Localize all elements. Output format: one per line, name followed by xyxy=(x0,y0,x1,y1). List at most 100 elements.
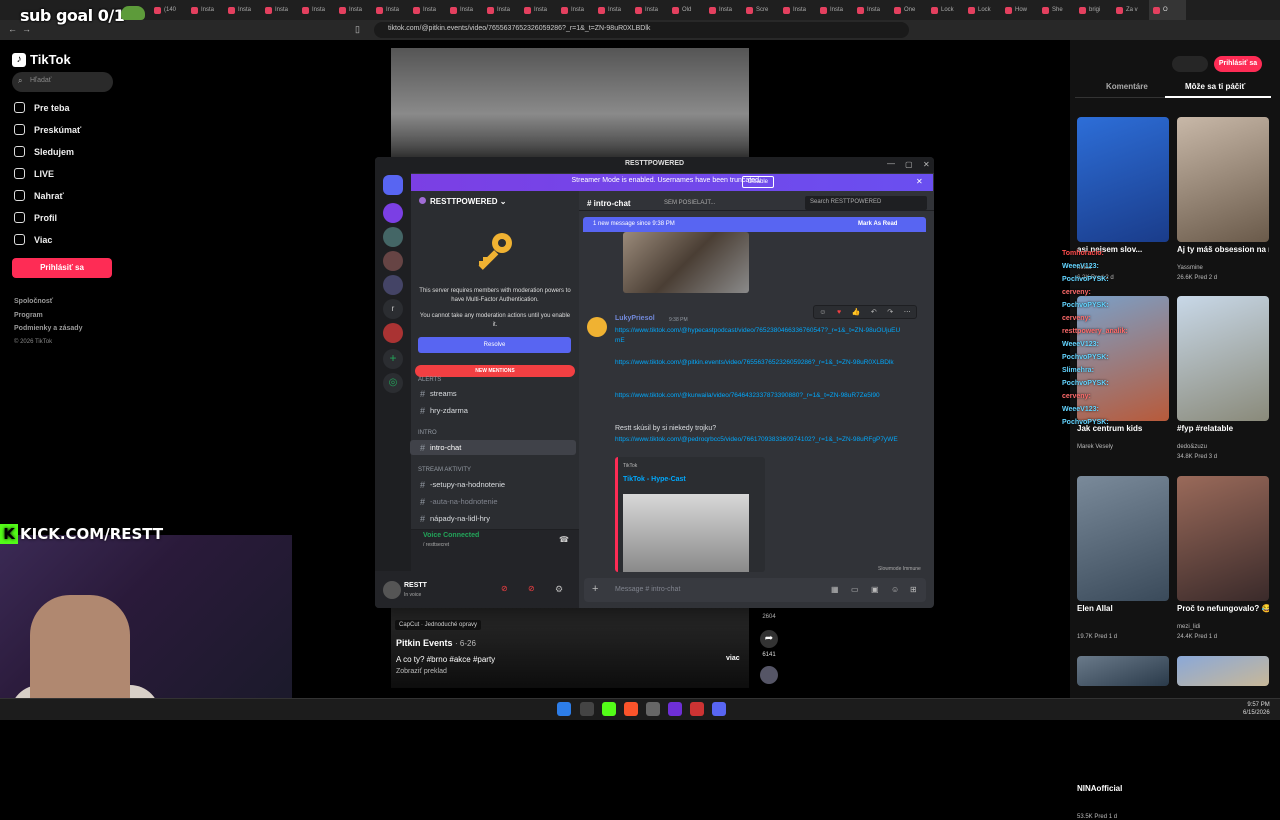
related-video-thumbnail[interactable] xyxy=(1177,656,1269,686)
server-icon[interactable] xyxy=(383,227,403,247)
browser-tab[interactable]: Insta xyxy=(779,0,816,20)
sticker-icon[interactable]: ▣ xyxy=(871,585,879,594)
bookmark-icon[interactable]: ▯ xyxy=(355,24,365,34)
nav-item-5[interactable]: Profil xyxy=(14,212,57,223)
related-video-title[interactable]: NINAofficial xyxy=(1077,784,1169,793)
category-alerts[interactable]: ALERTS xyxy=(418,377,441,383)
category-stream-aktivity[interactable]: STREAM AKTIVITY xyxy=(418,467,471,473)
voice-connected-label[interactable]: Voice Connected xyxy=(423,532,479,539)
settings-gear-icon[interactable]: ⚙ xyxy=(555,584,563,595)
attach-plus-icon[interactable]: + xyxy=(592,583,598,595)
browser-tab[interactable]: Insta xyxy=(483,0,520,20)
video-author-name[interactable]: Pitkin Events xyxy=(396,638,453,648)
resolve-button[interactable]: Resolve xyxy=(418,337,571,353)
discord-home-icon[interactable] xyxy=(383,175,403,195)
nav-item-6[interactable]: Viac xyxy=(14,234,52,245)
taskview-icon[interactable] xyxy=(580,702,594,716)
mark-as-read-button[interactable]: Mark As Read xyxy=(858,221,897,227)
app-icon[interactable] xyxy=(690,702,704,716)
reply-icon[interactable]: ↶ xyxy=(871,308,877,316)
tab-related[interactable]: Môže sa ti páčiť xyxy=(1185,82,1245,91)
server-name[interactable]: RESTTPOWERED ⌄ xyxy=(419,197,507,206)
header-icons[interactable] xyxy=(1172,56,1208,72)
gif-icon[interactable]: ▭ xyxy=(851,585,859,594)
disable-streamer-button[interactable]: Disable xyxy=(742,176,774,188)
message-action-bar[interactable]: ☺ ♥ 👍 ↶ ↷ ⋯ xyxy=(813,305,917,319)
server-icon[interactable]: r xyxy=(383,299,403,319)
url-field[interactable]: tiktok.com/@pitkin.events/video/76556376… xyxy=(374,22,909,38)
message-link[interactable]: https://www.tiktok.com/@pedroqrbcc5/vide… xyxy=(615,435,905,445)
system-clock[interactable]: 9:57 PM 6/15/2026 xyxy=(1243,701,1270,717)
share-button[interactable]: ➦ xyxy=(760,630,778,650)
related-video-thumbnail[interactable] xyxy=(1077,117,1169,242)
browser-tab[interactable]: (140 xyxy=(150,0,187,20)
server-icon[interactable] xyxy=(383,323,403,343)
maximize-icon[interactable]: ▢ xyxy=(905,160,913,169)
close-icon[interactable]: ✕ xyxy=(923,160,930,169)
browser-tab[interactable]: Old xyxy=(668,0,705,20)
browser-tab[interactable]: Insta xyxy=(335,0,372,20)
tab-comments[interactable]: Komentáre xyxy=(1106,82,1148,91)
heart-icon[interactable]: ♥ xyxy=(837,309,841,316)
related-video-title[interactable]: Proč to nefungovalo? 😂 #fyp... xyxy=(1177,604,1269,613)
browser-tab[interactable]: Insta xyxy=(261,0,298,20)
channel-setupy[interactable]: # -setupy-na-hodnotenie xyxy=(410,477,576,492)
video-author[interactable]: Pitkin Events · 6-26 xyxy=(396,638,476,648)
mute-mic-icon[interactable]: ⊘ xyxy=(501,584,508,593)
browser-tab[interactable]: Insta xyxy=(372,0,409,20)
explore-icon[interactable]: ◎ xyxy=(383,373,403,393)
related-video-title[interactable]: Elen Allal xyxy=(1077,604,1169,613)
browser-tab[interactable]: Insta xyxy=(594,0,631,20)
related-video-title[interactable]: Aj ty máš obsession na ružovú? 💖 Tak... xyxy=(1177,245,1269,254)
nav-item-4[interactable]: Nahrať xyxy=(14,190,64,201)
message-link[interactable]: https://www.tiktok.com/@hypecastpodcast/… xyxy=(615,326,905,346)
server-icon[interactable] xyxy=(383,251,403,271)
brave-icon[interactable] xyxy=(624,702,638,716)
disconnect-icon[interactable]: ☎ xyxy=(559,535,569,544)
server-icon[interactable] xyxy=(383,203,403,223)
related-video-author[interactable]: Yassmine xyxy=(1177,265,1203,271)
nav-item-2[interactable]: Sledujem xyxy=(14,146,74,157)
related-video-author[interactable]: Marek Vesely xyxy=(1077,444,1113,450)
related-video-thumbnail[interactable] xyxy=(1177,296,1269,421)
message-image[interactable] xyxy=(623,232,749,293)
footer-link[interactable]: Program xyxy=(14,312,43,319)
browser-tab[interactable]: Insta xyxy=(631,0,668,20)
related-video-thumbnail[interactable] xyxy=(1077,476,1169,601)
forward-icon[interactable]: ↷ xyxy=(887,308,893,316)
capcut-badge[interactable]: CapCut · Jednoduché opravy xyxy=(395,620,482,630)
apps-icon[interactable]: ⊞ xyxy=(910,585,917,594)
related-video-thumbnail[interactable] xyxy=(1177,117,1269,242)
browser-tab[interactable]: Insta xyxy=(187,0,224,20)
browser-tab[interactable]: Insta xyxy=(853,0,890,20)
deafen-icon[interactable]: ⊘ xyxy=(528,584,535,593)
browser-tab[interactable]: Lock xyxy=(927,0,964,20)
discord-search-input[interactable]: Search RESTTPOWERED xyxy=(805,196,927,210)
start-icon[interactable] xyxy=(557,702,571,716)
kick-app-icon[interactable] xyxy=(602,702,616,716)
obs-icon[interactable] xyxy=(646,702,660,716)
more-link[interactable]: viac xyxy=(726,655,740,662)
browser-tab[interactable]: Za v xyxy=(1112,0,1149,20)
browser-tab[interactable]: She xyxy=(1038,0,1075,20)
browser-tab[interactable]: Insta xyxy=(224,0,261,20)
channel-hry-zdarma[interactable]: # hry-zdarma xyxy=(410,403,576,418)
tiktok-login-button[interactable]: Prihlásiť sa xyxy=(12,258,112,278)
react-icon[interactable]: ☺ xyxy=(819,309,826,316)
footer-link[interactable]: Podmienky a zásady xyxy=(14,325,82,332)
browser-tab[interactable]: Insta xyxy=(446,0,483,20)
back-icon[interactable]: ← xyxy=(8,24,18,34)
music-disc-icon[interactable] xyxy=(760,666,778,686)
nav-item-3[interactable]: LIVE xyxy=(14,168,54,179)
forward-icon[interactable]: → xyxy=(22,24,32,34)
message-author[interactable]: LukyPriesol xyxy=(615,315,655,322)
nav-item-1[interactable]: Preskúmať xyxy=(14,124,81,135)
avatar[interactable] xyxy=(383,581,401,599)
server-icon[interactable] xyxy=(383,275,403,295)
channel-intro-chat[interactable]: # intro-chat xyxy=(410,440,576,455)
minimize-icon[interactable]: — xyxy=(887,159,895,168)
related-video-thumbnail[interactable] xyxy=(1077,656,1169,686)
thumbs-icon[interactable]: 👍 xyxy=(852,308,861,316)
related-video-title[interactable]: #fyp #relatable xyxy=(1177,424,1269,433)
gift-icon[interactable]: ▦ xyxy=(831,585,839,594)
